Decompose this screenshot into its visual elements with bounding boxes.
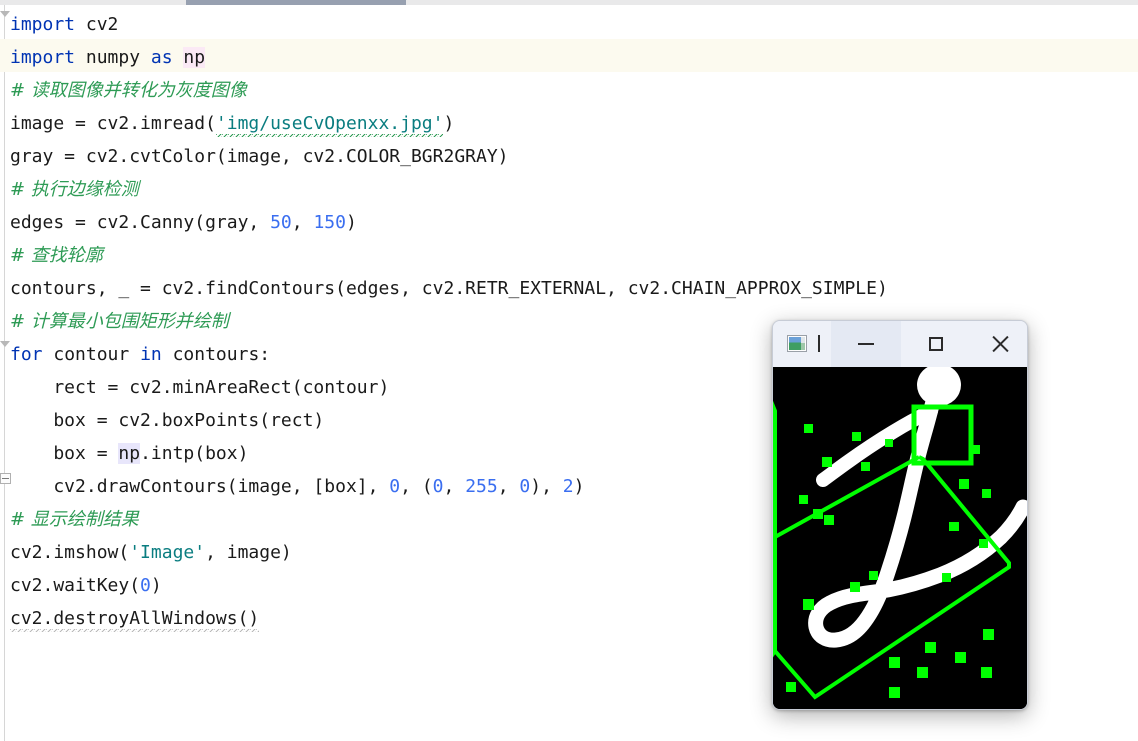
code-token: cv2.drawContours(image, [box], — [10, 476, 390, 497]
code-token: # 显示绘制结果 — [10, 509, 139, 530]
code-token: ) — [573, 476, 585, 497]
code-token: as — [150, 47, 173, 68]
code-line[interactable]: import cv2 — [10, 8, 118, 41]
code-token: box = cv2.boxPoints(rect) — [10, 410, 325, 431]
code-token: 'Image' — [129, 542, 206, 563]
code-token: for — [10, 344, 43, 365]
code-token: 255 — [465, 476, 498, 497]
code-token: box = — [10, 443, 119, 464]
code-token: ) — [150, 575, 162, 596]
code-token: contours, _ = cv2.findContours(edges, cv… — [10, 278, 888, 299]
code-token: numpy — [75, 47, 151, 68]
code-line[interactable]: # 执行边缘检测 — [10, 173, 139, 206]
code-line[interactable]: # 显示绘制结果 — [10, 503, 139, 536]
code-token: import — [10, 47, 76, 68]
fold-arrow-icon-line1[interactable] — [0, 11, 10, 17]
code-line[interactable]: box = np.intp(box) — [10, 437, 248, 470]
code-token: 2 — [562, 476, 574, 497]
code-line[interactable]: box = cv2.boxPoints(rect) — [10, 404, 324, 437]
code-token: , ( — [400, 476, 433, 497]
image-canvas — [773, 367, 1027, 709]
code-token: 'img/useCvOpenxx.jpg' — [215, 113, 444, 137]
code-token: np — [118, 443, 141, 464]
code-line[interactable]: image = cv2.imread('img/useCvOpenxx.jpg'… — [10, 107, 454, 140]
code-token: ), — [530, 476, 563, 497]
editor-gutter — [0, 5, 11, 741]
code-token: 150 — [313, 212, 346, 233]
close-button[interactable] — [971, 321, 1027, 367]
screen: import cv2 import numpy as np # 读取图像并转化为灰度… — [0, 0, 1138, 741]
code-line[interactable]: # 查找轮廓 — [10, 239, 103, 272]
window-title-text-caret — [818, 335, 820, 352]
code-line[interactable]: cv2.drawContours(image, [box], 0, (0, 25… — [10, 470, 584, 503]
code-line[interactable]: edges = cv2.Canny(gray, 50, 150) — [10, 206, 357, 239]
code-line[interactable]: contours, _ = cv2.findContours(edges, cv… — [10, 272, 888, 305]
maximize-icon — [929, 337, 943, 351]
code-token: cv2 — [75, 14, 119, 35]
code-token: np — [183, 47, 206, 68]
code-line[interactable]: gray = cv2.cvtColor(image, cv2.COLOR_BGR… — [10, 140, 509, 173]
code-token: import — [10, 14, 76, 35]
code-token: 0 — [432, 476, 444, 497]
code-line[interactable]: import numpy as np — [10, 41, 206, 74]
code-line[interactable]: rect = cv2.minAreaRect(contour) — [10, 371, 389, 404]
code-token: contour — [42, 344, 141, 365]
code-token: cv2.destroyAllWindows() — [10, 608, 260, 632]
code-line[interactable]: # 计算最小包围矩形并绘制 — [10, 305, 229, 338]
code-token: edges = cv2.Canny(gray, — [10, 212, 271, 233]
code-token: 0 — [519, 476, 531, 497]
code-line[interactable]: for contour in contours: — [10, 338, 270, 371]
opencv-image-window[interactable] — [772, 320, 1028, 710]
code-line[interactable]: # 读取图像并转化为灰度图像 — [10, 74, 247, 107]
code-token: ) — [443, 113, 455, 134]
code-token: 0 — [140, 575, 151, 596]
code-token: .intp(box) — [140, 443, 249, 464]
code-token: , — [497, 476, 520, 497]
window-title-bar[interactable] — [773, 321, 1027, 367]
code-line[interactable]: cv2.destroyAllWindows() — [10, 602, 260, 635]
close-icon — [991, 335, 1009, 353]
code-line[interactable]: cv2.imshow('Image', image) — [10, 536, 292, 569]
code-token: , — [443, 476, 466, 497]
code-token: # 查找轮廓 — [10, 245, 103, 266]
opencv-result-image — [773, 367, 1027, 709]
code-token: 50 — [270, 212, 292, 233]
code-token: , image) — [205, 542, 292, 563]
code-line[interactable]: cv2.waitKey(0) — [10, 569, 162, 602]
gutter-divider — [4, 5, 5, 741]
code-token: # 执行边缘检测 — [10, 179, 139, 200]
code-token: cv2.waitKey( — [10, 575, 141, 596]
code-token: , — [291, 212, 314, 233]
code-token: rect = cv2.minAreaRect(contour) — [10, 377, 390, 398]
code-token: gray = cv2.cvtColor(image, cv2.COLOR_BGR… — [10, 146, 509, 167]
code-token: in — [140, 344, 162, 365]
code-token: 0 — [389, 476, 401, 497]
minimize-button[interactable] — [831, 321, 901, 367]
code-token: # 计算最小包围矩形并绘制 — [10, 311, 229, 332]
code-token: cv2.imshow( — [10, 542, 130, 563]
minimize-icon — [858, 343, 874, 345]
code-token: contours: — [161, 344, 271, 365]
image-picture-icon — [787, 335, 807, 352]
code-token: image = cv2.imread( — [10, 113, 216, 134]
code-token: ) — [345, 212, 357, 233]
code-token: # 读取图像并转化为灰度图像 — [10, 80, 247, 101]
maximize-button[interactable] — [901, 321, 971, 367]
fold-arrow-icon-for-loop[interactable] — [0, 341, 10, 347]
